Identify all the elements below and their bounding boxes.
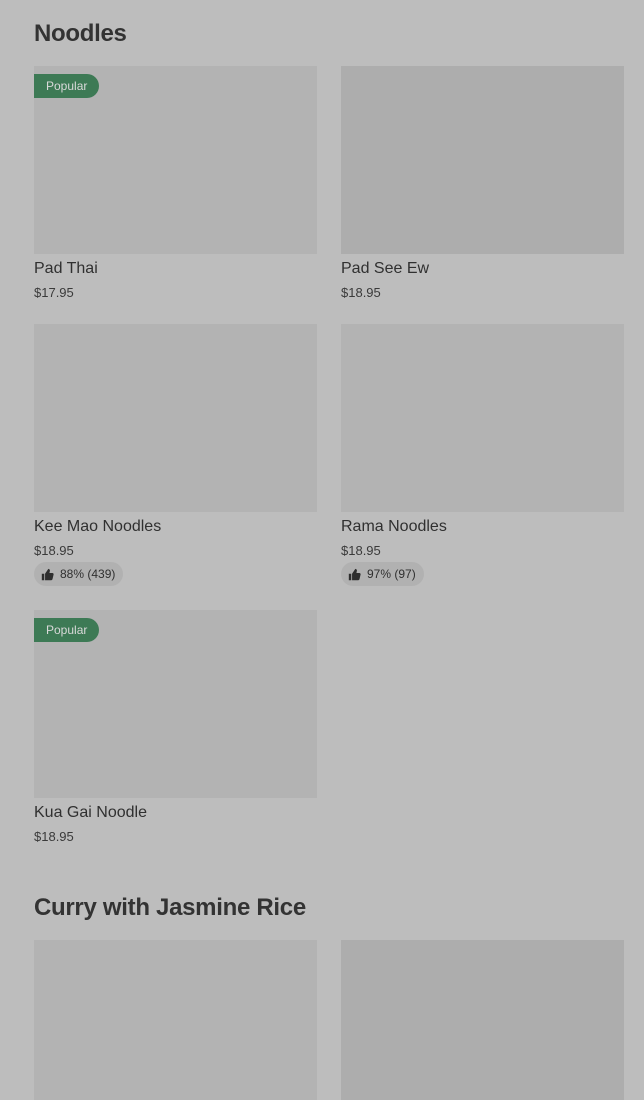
menu-page: Noodles Popular Pad Thai $17.95 Pad See … [0, 0, 644, 1100]
item-price: $17.95 [34, 285, 74, 300]
item-price: $18.95 [34, 829, 74, 844]
item-name: Rama Noodles [341, 518, 447, 535]
item-price: $18.95 [34, 543, 74, 558]
menu-item-card-pad-see-ew[interactable]: Pad See Ew $18.95 [341, 66, 624, 300]
rating-text: 97% (97) [367, 567, 416, 581]
item-image[interactable]: Popular [34, 66, 317, 254]
menu-item-card-curry-2[interactable] [341, 940, 624, 1100]
menu-item-card-curry-1[interactable] [34, 940, 317, 1100]
item-image[interactable] [341, 940, 624, 1100]
rating-badge: 97% (97) [341, 562, 424, 586]
thumbs-up-icon [348, 568, 361, 580]
item-name: Pad Thai [34, 260, 98, 277]
popular-badge: Popular [34, 618, 100, 642]
section-title-noodles: Noodles [34, 20, 127, 47]
menu-item-card-pad-thai[interactable]: Popular Pad Thai $17.95 [34, 66, 317, 300]
item-image[interactable] [341, 324, 624, 512]
menu-item-card-rama-noodles[interactable]: Rama Noodles $18.95 97% (97) [341, 324, 624, 586]
item-name: Kua Gai Noodle [34, 804, 147, 821]
rating-badge: 88% (439) [34, 562, 124, 586]
menu-item-card-kee-mao-noodles[interactable]: Kee Mao Noodles $18.95 88% (439) [34, 324, 317, 586]
item-name: Pad See Ew [341, 260, 430, 277]
section-title-curry: Curry with Jasmine Rice [34, 894, 306, 921]
popular-badge: Popular [34, 74, 100, 98]
thumbs-up-icon [41, 568, 54, 580]
item-price: $18.95 [341, 543, 381, 558]
item-image[interactable] [341, 66, 624, 254]
menu-item-card-kua-gai-noodle[interactable]: Popular Kua Gai Noodle $18.95 [34, 610, 317, 844]
item-image[interactable] [34, 940, 317, 1100]
rating-text: 88% (439) [60, 567, 116, 581]
item-image[interactable] [34, 324, 317, 512]
item-image[interactable]: Popular [34, 610, 317, 798]
item-price: $18.95 [341, 285, 381, 300]
item-name: Kee Mao Noodles [34, 518, 162, 535]
